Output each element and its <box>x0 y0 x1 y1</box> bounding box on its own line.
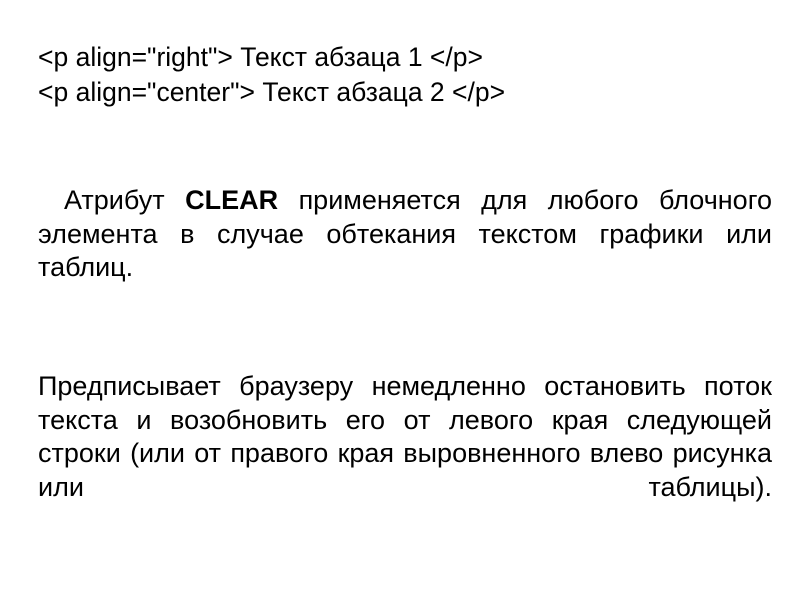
code-example-line-2: <p align="center"> Текст абзаца 2 </p> <box>38 77 506 107</box>
code-example-block: <p align="right"> Текст абзаца 1 </p> <p… <box>38 40 772 110</box>
slide-canvas: <p align="right"> Текст абзаца 1 </p> <p… <box>0 0 800 600</box>
slide-content: <p align="right"> Текст абзаца 1 </p> <p… <box>38 40 772 538</box>
paragraph-clear-attribute: Атрибут CLEAR применяется для любого бло… <box>38 184 772 318</box>
paragraph-clear-behaviour: Предписывает браузеру немедленно останов… <box>38 371 772 502</box>
code-example-line-1: <p align="right"> Текст абзаца 1 </p> <box>38 42 483 72</box>
paragraph-lead-text: Атрибут <box>64 185 165 215</box>
attribute-name-clear: CLEAR <box>185 185 279 215</box>
